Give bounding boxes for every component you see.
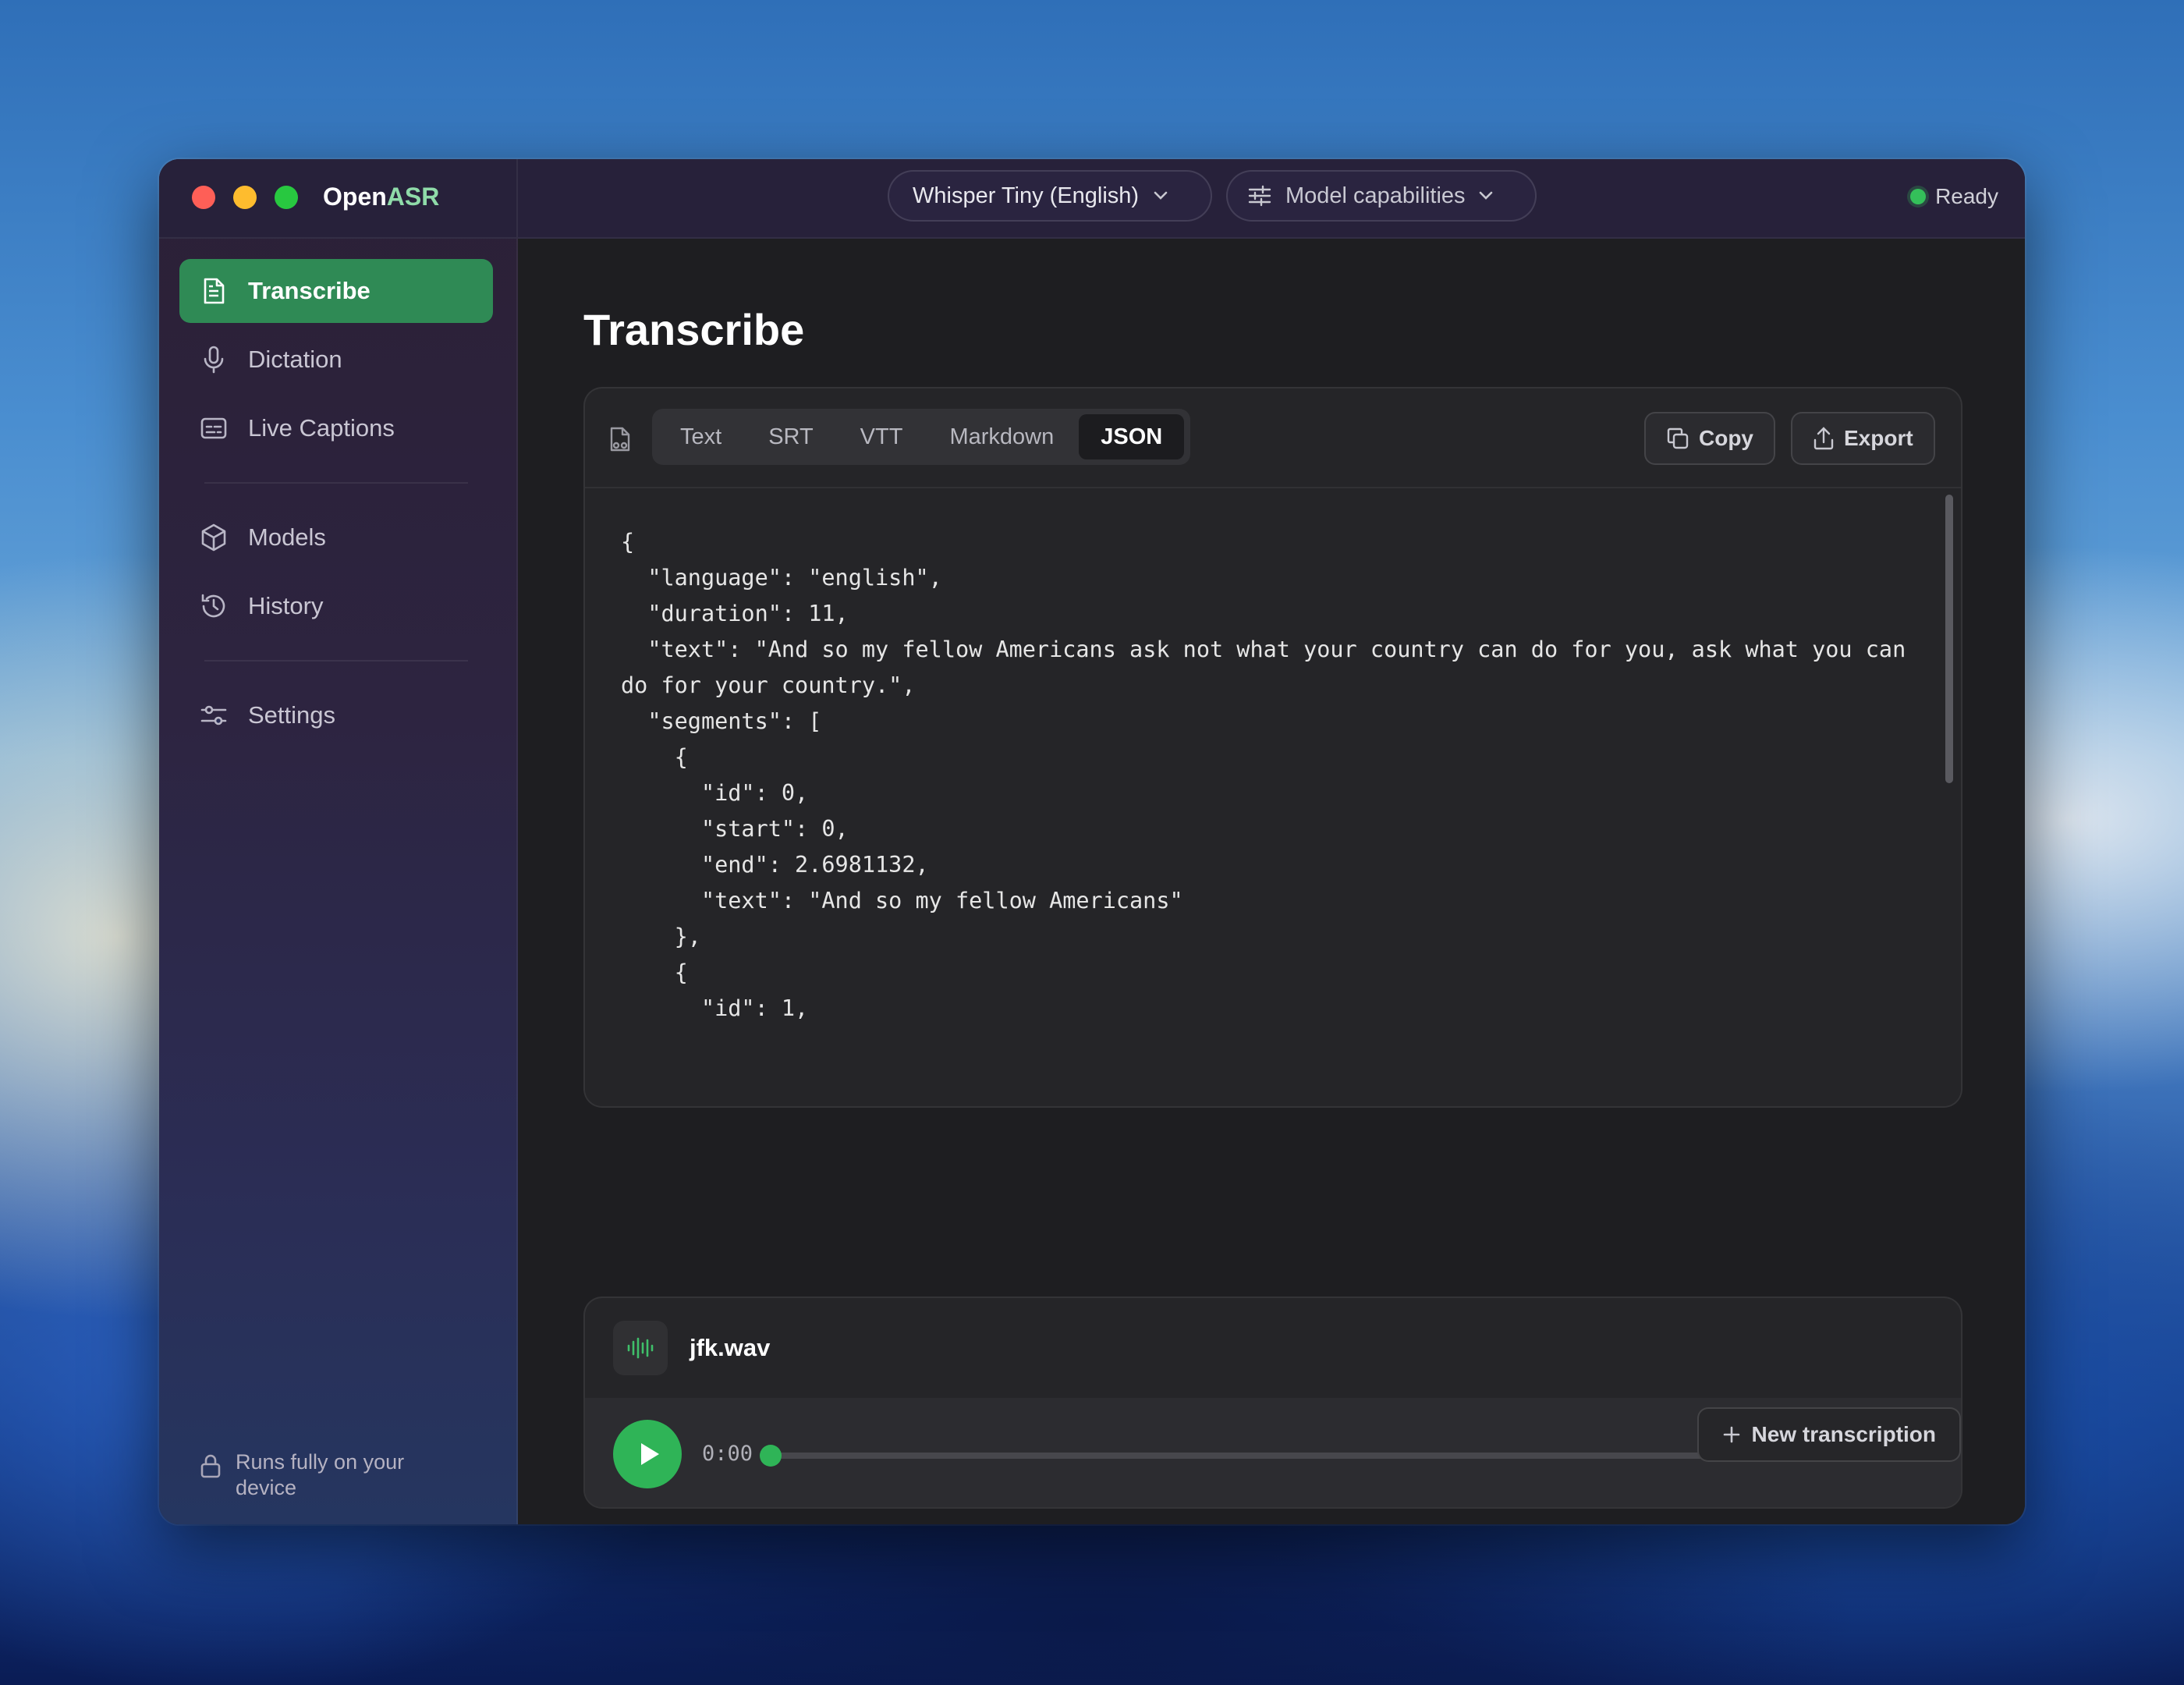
file-name: jfk.wav <box>690 1334 771 1361</box>
seek-handle[interactable] <box>760 1445 782 1467</box>
code-line: "id": 0, <box>621 780 809 806</box>
copy-button[interactable]: Copy <box>1644 412 1775 465</box>
sidebar-item-models[interactable]: Models <box>179 506 493 569</box>
export-label: Export <box>1844 426 1913 450</box>
microphone-icon <box>200 346 228 374</box>
model-capabilities-label: Model capabilities <box>1285 183 1466 208</box>
sidebar-item-history[interactable]: History <box>179 574 493 638</box>
document-icon <box>200 277 228 305</box>
model-selector[interactable]: Whisper Tiny (English) <box>888 170 1212 222</box>
sidebar-item-label: History <box>248 592 324 619</box>
export-button[interactable]: Export <box>1791 412 1935 465</box>
privacy-note: Runs fully on your device <box>200 1449 423 1501</box>
model-capabilities-dropdown[interactable]: Model capabilities <box>1226 170 1537 222</box>
code-line: "id": 1, <box>621 995 809 1021</box>
audio-file-card: jfk.wav 0:00 0:11 <box>583 1297 1962 1509</box>
code-line: "text": "And so my fellow Americans ask … <box>621 637 1920 698</box>
sliders-icon <box>200 701 228 729</box>
sidebar-item-transcribe[interactable]: Transcribe <box>179 259 493 323</box>
play-button[interactable] <box>613 1420 682 1488</box>
transcript-output-card: Text SRT VTT Markdown JSON Copy Export { <box>583 387 1962 1108</box>
sidebar-item-dictation[interactable]: Dictation <box>179 328 493 392</box>
chevron-down-icon <box>1153 191 1168 200</box>
code-line: "end": 2.6981132, <box>621 852 929 878</box>
code-line: { <box>621 744 688 770</box>
close-window-button[interactable] <box>192 186 215 209</box>
code-line: "start": 0, <box>621 816 849 842</box>
sliders-icon <box>1248 185 1271 207</box>
sidebar-item-label: Dictation <box>248 346 342 373</box>
chevron-down-icon <box>1478 191 1494 200</box>
cube-icon <box>200 523 228 552</box>
code-line: { <box>621 529 635 555</box>
status-text: Ready <box>1935 184 1998 208</box>
plus-icon <box>1722 1425 1741 1444</box>
sidebar-item-label: Transcribe <box>248 277 370 304</box>
tab-markdown[interactable]: Markdown <box>927 414 1076 459</box>
sidebar-divider <box>204 660 468 662</box>
waveform-icon <box>613 1321 668 1375</box>
main-content: Transcribe Text SRT VTT Markdown JSON Co… <box>518 239 2025 1524</box>
code-line: "language": "english", <box>621 565 942 591</box>
new-transcription-button[interactable]: New transcription <box>1696 1407 1961 1462</box>
page-title: Transcribe <box>583 305 805 354</box>
sidebar-item-settings[interactable]: Settings <box>179 683 493 747</box>
json-code: { "language": "english", "duration": 11,… <box>621 524 1908 1027</box>
app-window: Transcribe Dictation Live Captions Model… <box>159 159 2025 1524</box>
sidebar-item-label: Models <box>248 523 326 551</box>
scrollbar[interactable] <box>1945 495 1953 783</box>
code-line: { <box>621 960 688 985</box>
tab-srt[interactable]: SRT <box>746 414 835 459</box>
sidebar-item-live-captions[interactable]: Live Captions <box>179 396 493 460</box>
minimize-window-button[interactable] <box>233 186 257 209</box>
seek-bar[interactable] <box>760 1445 1852 1467</box>
code-line: "text": "And so my fellow Americans" <box>621 888 1183 913</box>
status-dot <box>1910 189 1927 204</box>
privacy-note-text: Runs fully on your device <box>236 1450 405 1499</box>
copy-icon <box>1666 427 1689 450</box>
history-icon <box>200 592 228 620</box>
tab-json[interactable]: JSON <box>1079 414 1185 459</box>
sidebar-item-label: Settings <box>248 701 336 729</box>
sidebar-item-label: Live Captions <box>248 414 395 442</box>
tab-text[interactable]: Text <box>658 414 743 459</box>
code-line: "duration": 11, <box>621 601 849 626</box>
lock-icon <box>200 1453 222 1485</box>
new-transcription-label: New transcription <box>1751 1422 1936 1446</box>
json-output[interactable]: { "language": "english", "duration": 11,… <box>585 487 1961 1106</box>
model-selector-label: Whisper Tiny (English) <box>913 183 1140 208</box>
captions-icon <box>200 414 228 442</box>
format-tabs: Text SRT VTT Markdown JSON <box>652 409 1191 465</box>
code-line: "segments": [ <box>621 708 822 734</box>
file-header: jfk.wav <box>585 1298 1961 1398</box>
maximize-window-button[interactable] <box>275 186 298 209</box>
output-format-icon <box>608 426 632 452</box>
sidebar: Transcribe Dictation Live Captions Model… <box>159 159 518 1524</box>
tab-vtt[interactable]: VTT <box>838 414 925 459</box>
export-icon <box>1813 426 1835 451</box>
play-icon <box>639 1442 661 1467</box>
current-time: 0:00 <box>702 1442 753 1466</box>
status-indicator: Ready <box>1910 184 1998 209</box>
app-brand: OpenASR <box>323 183 440 211</box>
code-line: }, <box>621 924 701 949</box>
copy-label: Copy <box>1699 426 1753 450</box>
sidebar-divider <box>204 482 468 484</box>
titlebar: OpenASR Whisper Tiny (English) Model cap… <box>159 159 2025 239</box>
